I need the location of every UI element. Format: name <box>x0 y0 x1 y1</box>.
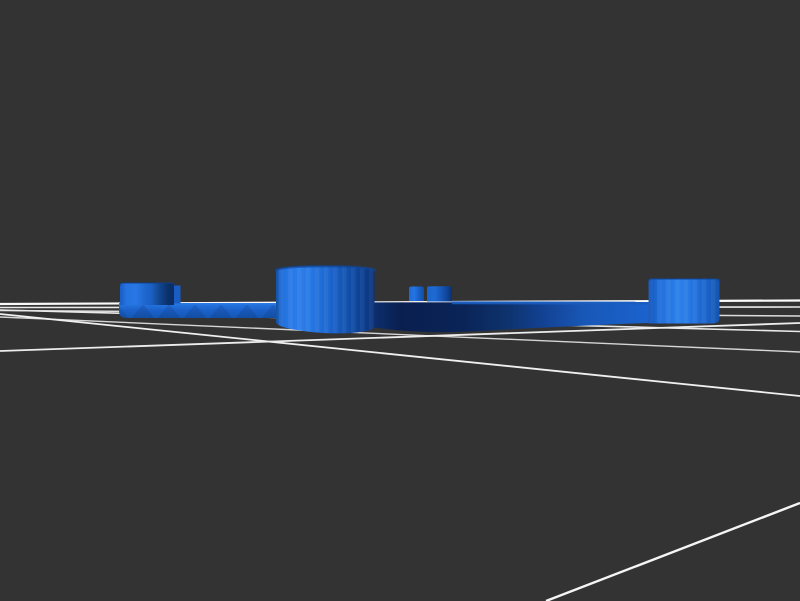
cylinder-center-bands[interactable] <box>276 266 375 333</box>
3d-scene-canvas[interactable] <box>0 0 800 601</box>
build-plate-left-arm-facets[interactable] <box>119 305 277 318</box>
boss-small-left[interactable] <box>409 287 424 302</box>
cylinder-right-bands[interactable] <box>649 279 720 324</box>
cylinder-left[interactable] <box>120 283 174 305</box>
3d-viewport[interactable] <box>0 0 800 601</box>
cylinder-left-step[interactable] <box>174 286 181 304</box>
boss-small-right[interactable] <box>427 286 452 301</box>
build-plate-right-top-edge[interactable] <box>452 301 648 304</box>
